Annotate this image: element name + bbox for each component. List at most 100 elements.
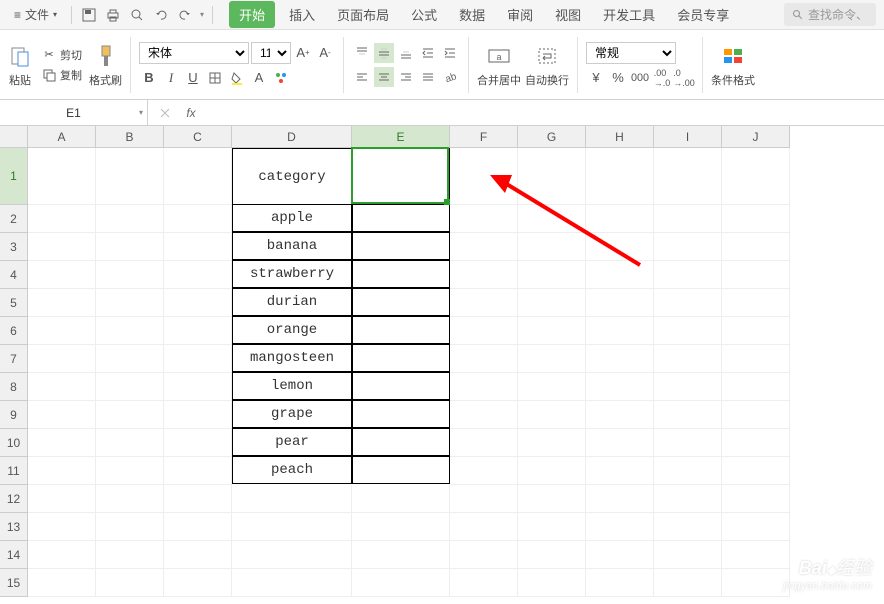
cell-H1[interactable] [586,148,654,205]
cell-F1[interactable] [450,148,518,205]
cell-C5[interactable] [164,289,232,317]
cell-I9[interactable] [654,401,722,429]
row-header-3[interactable]: 3 [0,233,28,261]
cell-C9[interactable] [164,401,232,429]
cell-J3[interactable] [722,233,790,261]
print-icon[interactable] [104,6,122,24]
cell-B5[interactable] [96,289,164,317]
align-right-icon[interactable] [396,67,416,87]
cell-A6[interactable] [28,317,96,345]
cell-D7[interactable]: mangosteen [232,344,352,372]
column-header-I[interactable]: I [654,126,722,148]
cell-D12[interactable] [232,485,352,513]
tab-data[interactable]: 数据 [451,1,493,28]
cell-J6[interactable] [722,317,790,345]
cell-E14[interactable] [352,541,450,569]
cell-F12[interactable] [450,485,518,513]
cell-H15[interactable] [586,569,654,597]
cell-B15[interactable] [96,569,164,597]
cell-G3[interactable] [518,233,586,261]
cell-B8[interactable] [96,373,164,401]
cell-G14[interactable] [518,541,586,569]
comma-icon[interactable]: 000 [630,68,650,88]
effects-button[interactable] [271,68,291,88]
cell-I15[interactable] [654,569,722,597]
italic-button[interactable]: I [161,68,181,88]
cell-H5[interactable] [586,289,654,317]
cell-B2[interactable] [96,205,164,233]
cell-C6[interactable] [164,317,232,345]
cell-E3[interactable] [352,232,450,260]
column-header-D[interactable]: D [232,126,352,148]
cell-C3[interactable] [164,233,232,261]
cell-A1[interactable] [28,148,96,205]
cell-I4[interactable] [654,261,722,289]
cell-C13[interactable] [164,513,232,541]
row-header-9[interactable]: 9 [0,401,28,429]
cell-G11[interactable] [518,457,586,485]
cell-G1[interactable] [518,148,586,205]
cell-F3[interactable] [450,233,518,261]
cell-B7[interactable] [96,345,164,373]
cell-J1[interactable] [722,148,790,205]
cell-D13[interactable] [232,513,352,541]
cell-C15[interactable] [164,569,232,597]
cell-I11[interactable] [654,457,722,485]
cell-F9[interactable] [450,401,518,429]
cell-J13[interactable] [722,513,790,541]
tab-insert[interactable]: 插入 [281,1,323,28]
cell-G12[interactable] [518,485,586,513]
cell-H3[interactable] [586,233,654,261]
align-center-icon[interactable] [374,67,394,87]
indent-increase-icon[interactable] [440,43,460,63]
cell-E13[interactable] [352,513,450,541]
cell-F5[interactable] [450,289,518,317]
cell-J12[interactable] [722,485,790,513]
cell-D10[interactable]: pear [232,428,352,456]
increase-font-icon[interactable]: A+ [293,43,313,63]
cell-C7[interactable] [164,345,232,373]
cell-A10[interactable] [28,429,96,457]
row-header-14[interactable]: 14 [0,541,28,569]
cell-I7[interactable] [654,345,722,373]
tab-review[interactable]: 审阅 [499,1,541,28]
wrap-button[interactable]: 自动换行 [525,42,569,88]
cell-E4[interactable] [352,260,450,288]
cell-E5[interactable] [352,288,450,316]
increase-decimal-icon[interactable]: .00→.0 [652,68,672,88]
percent-icon[interactable]: % [608,68,628,88]
format-painter-button[interactable]: 格式刷 [89,42,122,88]
cell-E6[interactable] [352,316,450,344]
cell-D2[interactable]: apple [232,204,352,232]
row-header-11[interactable]: 11 [0,457,28,485]
cell-J11[interactable] [722,457,790,485]
cell-H13[interactable] [586,513,654,541]
cell-A14[interactable] [28,541,96,569]
cell-F4[interactable] [450,261,518,289]
cell-E7[interactable] [352,344,450,372]
cell-F2[interactable] [450,205,518,233]
tab-formula[interactable]: 公式 [403,1,445,28]
align-middle-icon[interactable] [374,43,394,63]
fx-icon[interactable]: fx [182,104,200,122]
cell-J9[interactable] [722,401,790,429]
cell-I2[interactable] [654,205,722,233]
cell-B9[interactable] [96,401,164,429]
cell-E8[interactable] [352,372,450,400]
cell-F8[interactable] [450,373,518,401]
cell-D8[interactable]: lemon [232,372,352,400]
align-bottom-icon[interactable] [396,43,416,63]
select-all-corner[interactable] [0,126,28,148]
tab-vip[interactable]: 会员专享 [669,1,737,28]
cell-F6[interactable] [450,317,518,345]
name-box[interactable]: E1 ▾ [0,100,148,125]
copy-button[interactable]: 复制 [38,66,85,84]
cell-D11[interactable]: peach [232,456,352,484]
align-top-icon[interactable] [352,43,372,63]
cell-B10[interactable] [96,429,164,457]
cell-C2[interactable] [164,205,232,233]
align-left-icon[interactable] [352,67,372,87]
row-header-8[interactable]: 8 [0,373,28,401]
cell-J14[interactable] [722,541,790,569]
tab-start[interactable]: 开始 [229,1,275,28]
